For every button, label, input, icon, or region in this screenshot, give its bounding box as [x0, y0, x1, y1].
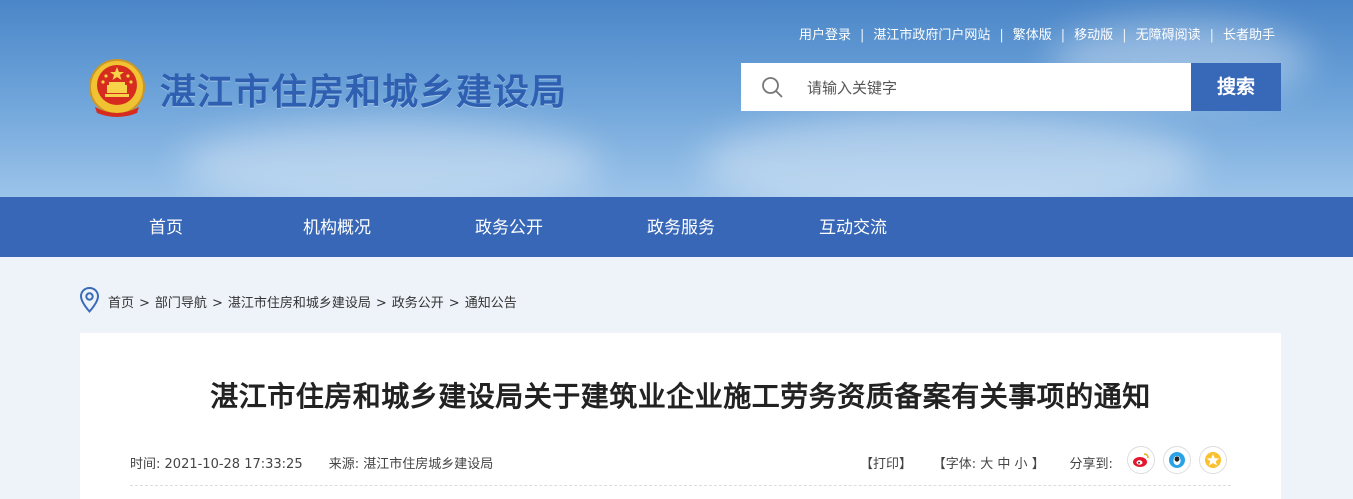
gov-portal-link[interactable]: 湛江市政府门户网站 [873, 28, 990, 43]
elder-assistant-link[interactable]: 长者助手 [1223, 28, 1275, 43]
breadcrumb-home[interactable]: 首页 [108, 296, 134, 311]
share-qzone-button[interactable] [1199, 446, 1227, 474]
nav-item-organization[interactable]: 机构概况 [303, 197, 371, 257]
share-qq-button[interactable] [1163, 446, 1191, 474]
accessibility-link[interactable]: 无障碍阅读 [1136, 28, 1201, 43]
weibo-icon [1133, 453, 1149, 467]
main-nav: 首页 机构概况 政务公开 政务服务 互动交流 [0, 197, 1353, 257]
breadcrumb-dept-nav[interactable]: 部门导航 [155, 296, 207, 311]
nav-item-gov-affairs-open[interactable]: 政务公开 [475, 197, 543, 257]
top-links: 用户登录 | 湛江市政府门户网站 | 繁体版 | 移动版 | 无障碍阅读 | 长者助手 [798, 28, 1275, 43]
font-size-label: 【字体: [932, 457, 977, 472]
nav-item-home[interactable]: 首页 [149, 197, 183, 257]
national-emblem-icon [89, 59, 145, 117]
mobile-version-link[interactable]: 移动版 [1074, 28, 1113, 43]
meta-divider [130, 485, 1231, 486]
source-label: 来源: [328, 457, 360, 472]
font-medium-button[interactable]: 中 [997, 457, 1010, 472]
search-button[interactable]: 搜索 [1191, 63, 1281, 111]
article-tools: 【打印】 【字体: 大 中 小 】 分享到: [860, 453, 1113, 472]
search-bar: 搜索 [741, 63, 1281, 113]
nav-item-interaction[interactable]: 互动交流 [819, 197, 887, 257]
qq-icon [1169, 452, 1185, 468]
search-input[interactable] [805, 63, 1189, 113]
banner-cloud [700, 110, 1200, 197]
breadcrumb-notices[interactable]: 通知公告 [465, 296, 517, 311]
article-source: 湛江市住房城乡建设局 [363, 457, 494, 472]
font-size-close: 】 [1031, 457, 1045, 472]
search-icon [762, 77, 783, 98]
print-button[interactable]: 【打印】 [860, 457, 912, 472]
nav-item-gov-services[interactable]: 政务服务 [647, 197, 715, 257]
breadcrumb-gov-affairs-open[interactable]: 政务公开 [392, 296, 444, 311]
header-banner: 用户登录 | 湛江市政府门户网站 | 繁体版 | 移动版 | 无障碍阅读 | 长者助手 湛江市住房和… [0, 0, 1353, 197]
qzone-icon [1205, 452, 1221, 468]
traditional-chinese-link[interactable]: 繁体版 [1013, 28, 1052, 43]
location-pin-icon [80, 287, 99, 313]
time-label: 时间: [130, 457, 161, 472]
login-link[interactable]: 用户登录 [799, 28, 851, 43]
article-title: 湛江市住房和城乡建设局关于建筑业企业施工劳务资质备案有关事项的通知 [210, 380, 1151, 413]
site-title[interactable]: 湛江市住房和城乡建设局 [160, 63, 567, 115]
share-label: 分享到: [1069, 457, 1113, 472]
font-large-button[interactable]: 大 [980, 457, 993, 472]
article-meta: 时间: 2021-10-28 17:33:25 来源: 湛江市住房城乡建设局 [130, 453, 493, 472]
breadcrumb-bureau[interactable]: 湛江市住房和城乡建设局 [228, 296, 371, 311]
publish-time: 2021-10-28 17:33:25 [164, 457, 303, 472]
article-card: 湛江市住房和城乡建设局关于建筑业企业施工劳务资质备案有关事项的通知 时间: 20… [80, 333, 1281, 499]
share-weibo-button[interactable] [1127, 446, 1155, 474]
banner-cloud [180, 120, 600, 197]
font-small-button[interactable]: 小 [1015, 457, 1028, 472]
